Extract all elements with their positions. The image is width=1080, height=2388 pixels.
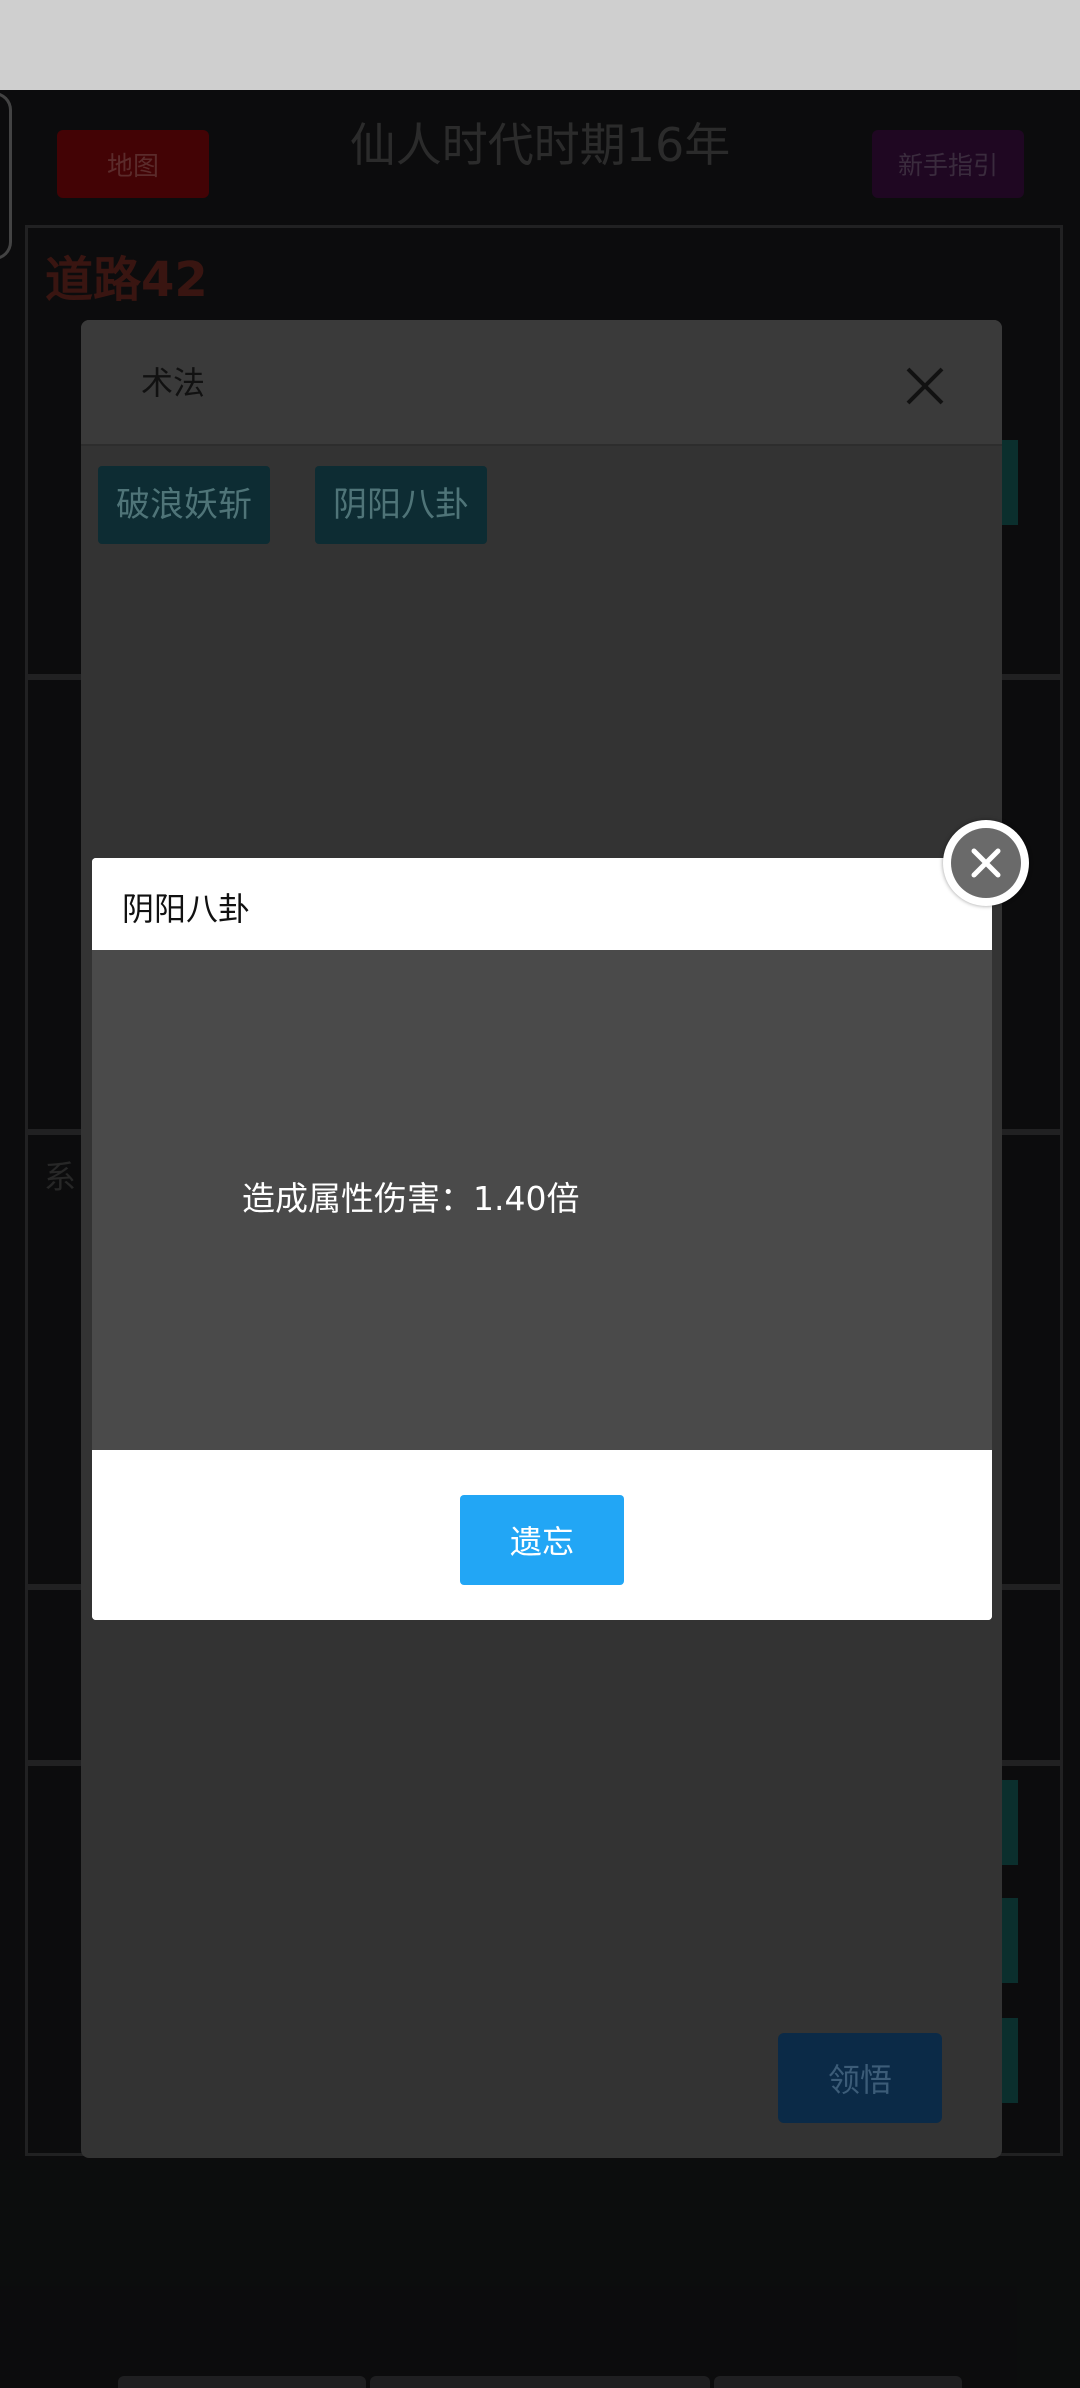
dialog-close-button[interactable] <box>943 820 1029 906</box>
detail-header: 阴阳八卦 <box>92 858 992 950</box>
detail-footer: 遗忘 <box>92 1450 992 1620</box>
detail-title: 阴阳八卦 <box>122 890 251 928</box>
comprehend-button[interactable]: 领悟 <box>778 2033 942 2123</box>
skill-tag-1[interactable]: 阴阳八卦 <box>315 466 487 544</box>
skill-modal-header: 术法 <box>81 320 1002 446</box>
close-circle-icon <box>951 828 1021 898</box>
skill-modal-title: 术法 <box>141 364 206 402</box>
skill-tag-0[interactable]: 破浪妖斩 <box>98 466 270 544</box>
skill-description: 造成属性伤害：1.40倍 <box>242 1179 580 1218</box>
close-icon[interactable] <box>903 364 947 408</box>
status-bar <box>0 0 1080 90</box>
forget-button[interactable]: 遗忘 <box>460 1495 624 1585</box>
screen: 地图 仙人时代时期16年 新手指引 道路42 系 术法 破浪妖斩 阴阳八卦 领悟 <box>0 0 1080 2388</box>
skill-detail-dialog: 阴阳八卦 造成属性伤害：1.40倍 遗忘 <box>92 858 992 1620</box>
detail-body: 造成属性伤害：1.40倍 <box>92 950 992 1450</box>
